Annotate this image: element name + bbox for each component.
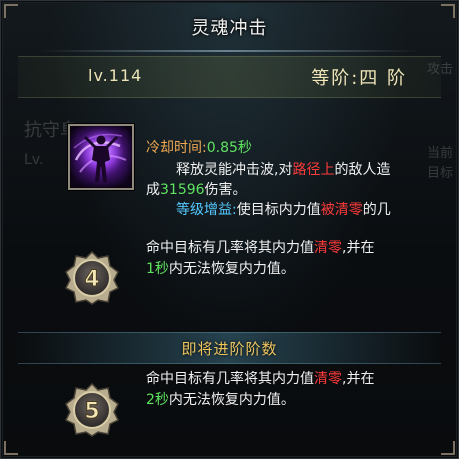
desc-text: 成 [146, 182, 160, 198]
grade-label: 等级增益: [176, 202, 237, 218]
bg-text: Lv. [24, 152, 44, 168]
desc-text: 的敌人造 [334, 162, 391, 178]
rank-5-effect-line1: 命中目标有几率将其内力值清零,并在 [146, 369, 374, 389]
frame-corner [4, 441, 18, 455]
bg-text: 当前 [426, 146, 453, 161]
grade-highlight: 被清零 [320, 202, 363, 218]
frame-corner [441, 441, 455, 455]
grade-bonus-line: 等级增益:使目标内力值被清零的几 [176, 200, 391, 220]
effect-highlight: 清零 [314, 240, 342, 256]
effect-text: 命中目标有几率将其内力值 [146, 371, 314, 387]
advance-title: 即将进阶阶数 [181, 340, 278, 358]
rank-4-medallion-icon: 4 [64, 250, 120, 305]
bg-text: 目标 [426, 166, 453, 181]
skill-rank: 等阶:四 阶 [311, 68, 407, 89]
cooldown-value: 0.85秒 [206, 140, 252, 156]
skill-tooltip: 攻击 当前 目标 抗守阜 Lv. 灵魂冲击 lv.114 等阶:四 阶 [0, 0, 459, 459]
effect-text: 命中目标有几率将其内力值 [146, 240, 314, 256]
rank-4-number: 4 [84, 267, 99, 292]
grade-text: 的几 [362, 202, 391, 218]
title-divider [38, 50, 421, 52]
rank-4-effect-line1: 命中目标有几率将其内力值清零,并在 [146, 238, 374, 258]
effect-text: 内无法恢复内力值。 [168, 261, 295, 277]
skill-title: 灵魂冲击 [191, 18, 268, 39]
rank-4-effect-line2: 1秒内无法恢复内力值。 [146, 259, 295, 279]
effect-text: ,并在 [342, 371, 375, 387]
purple-spirit-shockwave-icon [68, 124, 134, 190]
effect-highlight: 清零 [314, 371, 342, 387]
rank-5-effect-line2: 2秒内无法恢复内力值。 [146, 390, 295, 410]
cooldown-line: 冷却时间:0.85秒 [146, 138, 252, 158]
grade-text: 使目标内力值 [236, 202, 321, 218]
skill-description-line2: 成31596伤害。 [146, 180, 247, 200]
effect-seconds: 2秒 [146, 392, 169, 408]
cooldown-label: 冷却时间: [146, 140, 207, 156]
damage-value: 31596 [160, 182, 205, 198]
desc-text: 释放灵能冲击波,对 [176, 162, 293, 178]
rank-5-medallion-icon: 5 [64, 382, 120, 437]
effect-seconds: 1秒 [146, 261, 169, 277]
skill-description-line1: 释放灵能冲击波,对路径上的敌人造 [176, 160, 390, 180]
desc-highlight: 路径上 [292, 162, 335, 178]
effect-text: ,并在 [342, 240, 375, 256]
desc-text: 伤害。 [204, 182, 247, 198]
rank-5-number: 5 [84, 399, 99, 424]
skill-level: lv.114 [88, 66, 143, 85]
effect-text: 内无法恢复内力值。 [168, 392, 295, 408]
